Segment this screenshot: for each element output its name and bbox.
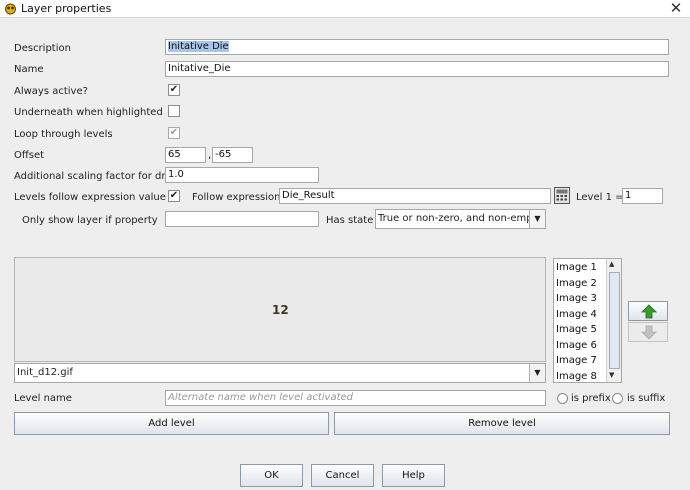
image-file-value: Init_d12.gif bbox=[17, 367, 73, 378]
chevron-down-icon[interactable]: ▼ bbox=[529, 210, 545, 228]
only-show-label: Only show layer if property bbox=[22, 215, 158, 226]
cancel-button[interactable]: Cancel bbox=[311, 464, 374, 487]
image-file-dropdown[interactable]: Init_d12.gif ▼ bbox=[14, 363, 546, 383]
scroll-down-icon[interactable]: ▼ bbox=[609, 371, 614, 379]
level-name-placeholder: Alternate name when level activated bbox=[168, 392, 353, 403]
has-state-value: True or non-zero, and non-empty bbox=[378, 213, 543, 224]
is-prefix-radio[interactable] bbox=[557, 393, 568, 404]
description-field[interactable]: Initative Die bbox=[165, 39, 669, 55]
is-prefix-label: is prefix bbox=[571, 393, 611, 404]
close-button[interactable]: ✕ bbox=[668, 0, 684, 17]
scroll-up-icon[interactable]: ▲ bbox=[609, 260, 614, 268]
preview-text: 12 bbox=[272, 303, 289, 317]
name-field[interactable]: Initative_Die bbox=[165, 61, 669, 77]
level1-label: Level 1 = bbox=[576, 192, 624, 203]
description-label: Description bbox=[14, 43, 71, 54]
title-bar: Layer properties ✕ bbox=[0, 0, 690, 17]
scroll-thumb[interactable] bbox=[609, 272, 620, 369]
remove-level-button[interactable]: Remove level bbox=[334, 412, 670, 435]
has-state-dropdown[interactable]: True or non-zero, and non-empty ▼ bbox=[375, 209, 546, 229]
always-active-label: Always active? bbox=[14, 86, 88, 97]
follow-expression-label: Follow expression bbox=[192, 192, 281, 203]
always-active-checkbox[interactable]: ✔ bbox=[168, 84, 180, 96]
loop-label: Loop through levels bbox=[14, 129, 113, 140]
offset-y-field[interactable]: -65 bbox=[212, 147, 253, 163]
loop-checkbox[interactable]: ✔ bbox=[168, 127, 180, 139]
list-item[interactable]: Image 5 bbox=[556, 322, 597, 338]
level-name-label: Level name bbox=[14, 393, 72, 404]
move-up-button[interactable] bbox=[628, 301, 668, 321]
list-item[interactable]: Image 3 bbox=[556, 291, 597, 307]
ok-button[interactable]: OK bbox=[240, 464, 303, 487]
list-scrollbar[interactable]: ▲ ▼ bbox=[606, 259, 621, 382]
follow-expression-field[interactable]: Die_Result bbox=[279, 188, 551, 204]
offset-x-field[interactable]: 65 bbox=[165, 147, 206, 163]
help-button[interactable]: Help bbox=[382, 464, 445, 487]
name-label: Name bbox=[14, 64, 44, 75]
level1-field[interactable]: 1 bbox=[622, 188, 663, 204]
scale-field[interactable]: 1.0 bbox=[165, 167, 319, 183]
image-preview: 12 bbox=[14, 257, 546, 362]
list-item[interactable]: Image 6 bbox=[556, 338, 597, 354]
levels-follow-label: Levels follow expression value bbox=[14, 192, 166, 203]
chevron-down-icon[interactable]: ▼ bbox=[529, 364, 545, 382]
add-level-button[interactable]: Add level bbox=[14, 412, 329, 435]
list-item[interactable]: Image 2 bbox=[556, 276, 597, 292]
list-item[interactable]: Image 8 bbox=[556, 369, 597, 385]
arrow-down-icon bbox=[641, 325, 657, 340]
is-suffix-radio[interactable] bbox=[612, 393, 623, 404]
list-item[interactable]: Image 4 bbox=[556, 307, 597, 323]
property-field[interactable] bbox=[165, 211, 319, 227]
underneath-label: Underneath when highlighted bbox=[14, 107, 163, 118]
offset-comma: , bbox=[208, 150, 212, 161]
has-state-label: Has state bbox=[326, 215, 374, 226]
list-item[interactable]: Image 7 bbox=[556, 353, 597, 369]
image-list[interactable]: Image 1 Image 2 Image 3 Image 4 Image 5 … bbox=[553, 258, 622, 383]
calculator-icon[interactable] bbox=[554, 187, 570, 204]
window-title: Layer properties bbox=[21, 2, 112, 15]
scale-label: Additional scaling factor for draw bbox=[14, 171, 180, 182]
levels-follow-checkbox[interactable]: ✔ bbox=[168, 190, 180, 202]
offset-label: Offset bbox=[14, 150, 45, 161]
move-down-button[interactable] bbox=[628, 322, 668, 342]
underneath-checkbox[interactable] bbox=[168, 105, 180, 117]
list-item[interactable]: Image 1 bbox=[556, 260, 597, 276]
is-suffix-label: is suffix bbox=[627, 393, 666, 404]
vassal-icon bbox=[5, 3, 16, 15]
arrow-up-icon bbox=[641, 304, 657, 319]
level-name-field[interactable]: Alternate name when level activated bbox=[165, 390, 546, 406]
